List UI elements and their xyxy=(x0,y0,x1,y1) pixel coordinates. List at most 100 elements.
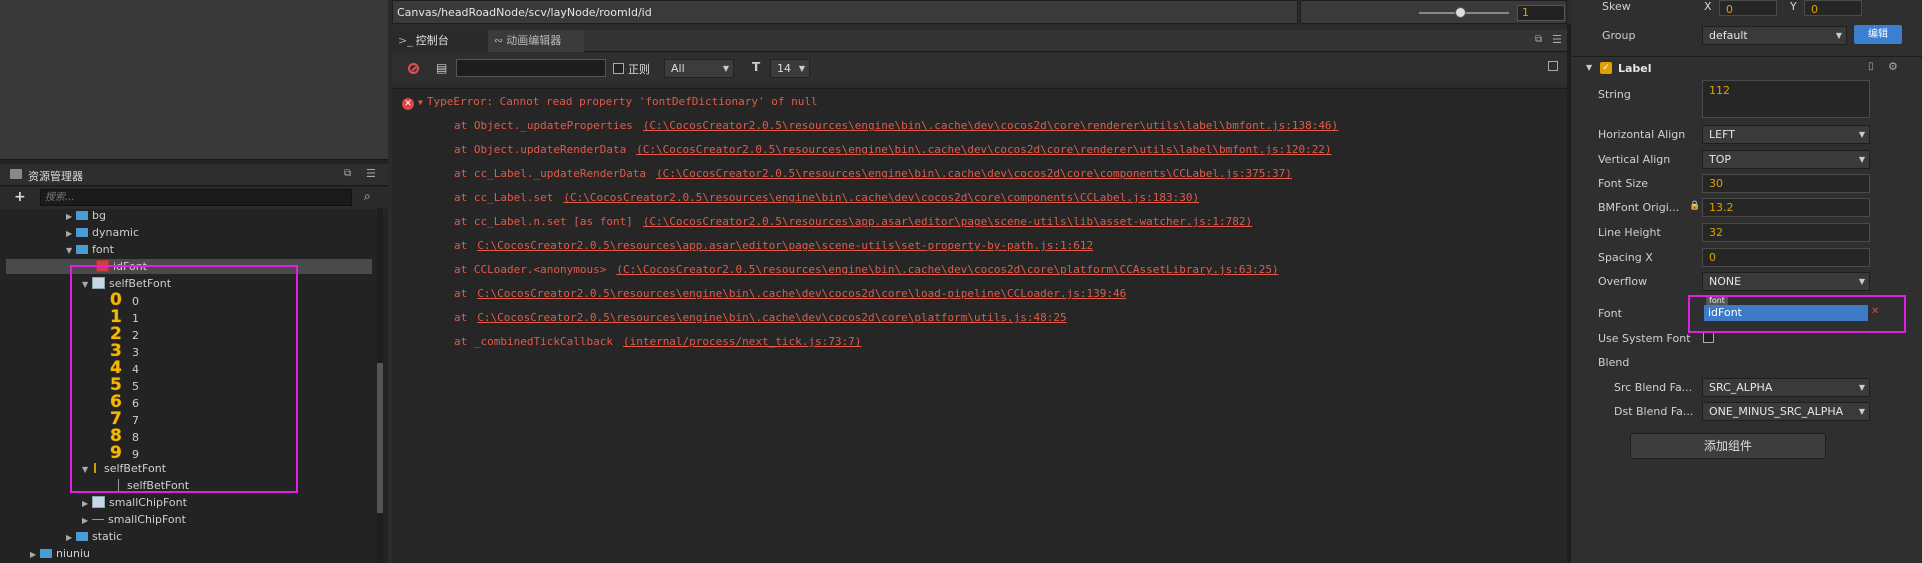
tree-item-static[interactable]: ▶ static xyxy=(66,529,122,544)
stack-frame[interactable]: at CCLoader.<anonymous> (C:\CocosCreator2… xyxy=(454,263,1279,281)
overflow-select[interactable]: NONE ▼ xyxy=(1702,272,1870,291)
stack-frame-source-link[interactable]: C:\CocosCreator2.0.5\resources\app.asar\… xyxy=(477,239,1093,252)
log-file-icon[interactable]: ▤ xyxy=(436,61,447,75)
zoom-slider-knob[interactable] xyxy=(1455,7,1466,18)
dst-blend-select[interactable]: ONE_MINUS_SRC_ALPHA ▼ xyxy=(1702,402,1870,421)
src-blend-label: Src Blend Fa... xyxy=(1614,381,1693,394)
group-select[interactable]: default ▼ xyxy=(1702,26,1847,45)
folder-icon xyxy=(76,211,88,220)
console-scrollbar[interactable] xyxy=(1567,24,1571,563)
collapse-icon[interactable] xyxy=(1548,61,1558,71)
stack-frame-function: at CCLoader.<anonymous> xyxy=(454,263,607,276)
stack-frame-source-link[interactable]: (C:\CocosCreator2.0.5\resources\engine\b… xyxy=(616,263,1278,276)
halign-select[interactable]: LEFT ▼ xyxy=(1702,125,1870,144)
tab-console[interactable]: >_ 控制台 xyxy=(392,30,488,52)
bmfont-size-input[interactable]: 13.2 xyxy=(1702,198,1870,217)
stack-frame[interactable]: at C:\CocosCreator2.0.5\resources\engine\… xyxy=(454,311,1067,329)
stack-frame[interactable]: at Object._updateProperties (C:\CocosCrea… xyxy=(454,119,1338,137)
stack-frame-source-link[interactable]: (C:\CocosCreator2.0.5\resources\engine\b… xyxy=(656,167,1292,180)
tree-item-smallchipfont[interactable]: ▶ smallChipFont xyxy=(82,495,187,510)
stack-frame[interactable]: at C:\CocosCreator2.0.5\resources\app.asa… xyxy=(454,239,1093,257)
valign-select[interactable]: TOP ▼ xyxy=(1702,150,1870,169)
assets-search-input[interactable]: 搜索... xyxy=(40,189,352,206)
add-icon[interactable]: + xyxy=(14,189,26,205)
console-tabs: >_ 控制台 ∾ 动画编辑器 ⧉ ☰ xyxy=(392,30,1569,52)
string-textarea[interactable]: 112 xyxy=(1702,80,1870,118)
log-level-select[interactable]: All ▼ xyxy=(664,59,734,78)
error-message[interactable]: ✕ ▼ TypeError: Cannot read property 'fontD… xyxy=(402,95,818,110)
lineheight-input[interactable]: 32 xyxy=(1702,223,1870,242)
spacing-label: Spacing X xyxy=(1598,251,1653,264)
console-filter-input[interactable] xyxy=(456,59,606,77)
folder-icon xyxy=(40,549,52,558)
valign-label: Vertical Align xyxy=(1598,153,1671,166)
stack-frame-source-link[interactable]: (internal/process/next_tick.js:73:7) xyxy=(623,335,861,348)
bmfont-size-label: BMFont Origi... xyxy=(1598,201,1680,214)
folder-icon xyxy=(76,245,88,254)
stack-frame-source-link[interactable]: C:\CocosCreator2.0.5\resources\engine\bi… xyxy=(477,311,1066,324)
stack-frame-function: at cc_Label.n.set [as font] xyxy=(454,215,633,228)
stack-frame-function: at xyxy=(454,287,468,300)
chevron-down-icon: ▼ xyxy=(1858,383,1865,392)
node-tree-panel xyxy=(0,0,388,160)
scrollbar-thumb[interactable] xyxy=(377,363,383,513)
lineheight-label: Line Height xyxy=(1598,226,1661,239)
overflow-label: Overflow xyxy=(1598,275,1648,288)
stack-frame-function: at xyxy=(454,239,468,252)
fontsize-label: Font Size xyxy=(1598,177,1649,190)
tree-item-font[interactable]: ▼ font xyxy=(66,242,114,257)
node-path: Canvas/headRoadNode/scv/layNode/roomId/i… xyxy=(397,6,652,19)
chevron-down-icon: ▼ xyxy=(1858,130,1865,139)
font-label: Font xyxy=(1598,307,1622,320)
skew-x-label: X xyxy=(1704,0,1712,13)
tree-item-niuniu[interactable]: ▶ niuniu xyxy=(30,546,90,561)
add-component-button[interactable]: 添加组件 xyxy=(1630,433,1826,459)
book-icon[interactable]: ▯ xyxy=(1868,61,1874,72)
fontsize-input[interactable]: 30 xyxy=(1702,174,1870,193)
menu-icon[interactable]: ☰ xyxy=(1552,33,1562,46)
stack-frame-source-link[interactable]: (C:\CocosCreator2.0.5\resources\engine\b… xyxy=(643,119,1338,132)
spacing-input[interactable]: 0 xyxy=(1702,248,1870,267)
chevron-down-icon[interactable]: ▼ xyxy=(1586,63,1592,72)
gear-icon[interactable]: ⚙ xyxy=(1888,60,1898,73)
stack-frame[interactable]: at C:\CocosCreator2.0.5\resources\engine\… xyxy=(454,287,1126,305)
error-icon: ✕ xyxy=(402,98,414,110)
menu-icon[interactable]: ☰ xyxy=(366,167,376,180)
tree-item-smallchipfont-2[interactable]: ▶ smallChipFont xyxy=(82,512,186,527)
stack-frame[interactable]: at _combinedTickCallback (internal/proces… xyxy=(454,335,861,353)
src-blend-select[interactable]: SRC_ALPHA ▼ xyxy=(1702,378,1870,397)
stack-frame-function: at _combinedTickCallback xyxy=(454,335,613,348)
component-title: Label xyxy=(1618,62,1652,75)
tree-item-dynamic[interactable]: ▶ dynamic xyxy=(66,225,139,240)
zoom-input[interactable]: 1 xyxy=(1517,5,1565,21)
search-icon[interactable]: ⌕ xyxy=(364,189,371,204)
component-enabled-checkbox[interactable]: ✓ xyxy=(1600,62,1612,74)
skew-x-input[interactable]: 0 xyxy=(1719,0,1777,16)
stack-frame[interactable]: at cc_Label._updateRenderData (C:\CocosCr… xyxy=(454,167,1292,185)
stack-frame[interactable]: at cc_Label.set (C:\CocosCreator2.0.5\res… xyxy=(454,191,1199,209)
animation-icon: ∾ xyxy=(494,34,504,47)
font-size-select[interactable]: 14 ▼ xyxy=(770,59,810,78)
stack-frame-source-link[interactable]: (C:\CocosCreator2.0.5\resources\engine\b… xyxy=(563,191,1199,204)
assets-scrollbar[interactable] xyxy=(377,208,383,563)
clear-console-icon[interactable] xyxy=(408,63,419,74)
tab-animation-editor[interactable]: ∾ 动画编辑器 xyxy=(488,30,584,52)
assets-toolbar: + 搜索... ⌕ xyxy=(0,187,388,209)
stack-frame-source-link[interactable]: (C:\CocosCreator2.0.5\resources\engine\b… xyxy=(636,143,1331,156)
chevron-down-icon: ▼ xyxy=(722,64,729,73)
stack-frame-source-link[interactable]: C:\CocosCreator2.0.5\resources\engine\bi… xyxy=(477,287,1126,300)
stack-frame[interactable]: at cc_Label.n.set [as font] (C:\CocosCrea… xyxy=(454,215,1252,233)
folder-icon xyxy=(10,169,22,179)
regex-label: 正则 xyxy=(628,63,650,76)
use-system-font-checkbox[interactable] xyxy=(1703,332,1714,343)
group-edit-button[interactable]: 编辑 xyxy=(1854,25,1902,44)
stack-frame[interactable]: at Object.updateRenderData (C:\CocosCreat… xyxy=(454,143,1332,161)
skew-y-input[interactable]: 0 xyxy=(1804,0,1862,16)
popout-icon[interactable]: ⧉ xyxy=(344,168,351,179)
folder-icon xyxy=(76,532,88,541)
popout-icon[interactable]: ⧉ xyxy=(1535,34,1542,45)
regex-checkbox[interactable] xyxy=(613,63,624,74)
assets-panel-title: 资源管理器 xyxy=(28,170,83,183)
stack-frame-source-link[interactable]: (C:\CocosCreator2.0.5\resources\app.asar… xyxy=(643,215,1252,228)
tree-item-bg[interactable]: ▶ bg xyxy=(66,208,106,223)
